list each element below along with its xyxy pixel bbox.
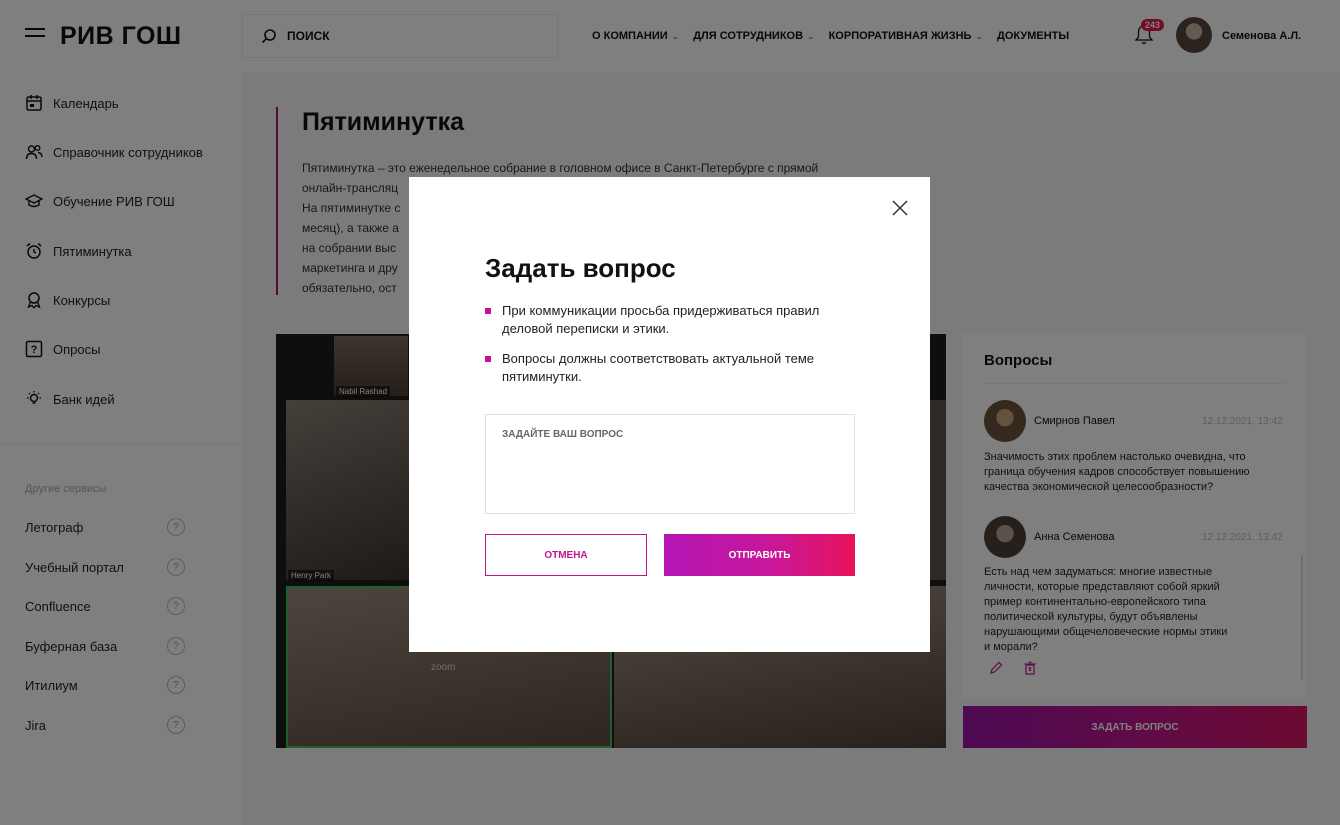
bullet-square-icon — [485, 308, 491, 314]
cancel-button[interactable]: ОТМЕНА — [485, 534, 647, 576]
modal-title: Задать вопрос — [485, 253, 676, 283]
modal-rule: При коммуникации просьба придерживаться … — [485, 302, 855, 338]
question-textarea[interactable]: ЗАДАЙТЕ ВАШ ВОПРОС — [485, 414, 855, 514]
close-icon[interactable] — [891, 199, 909, 217]
bullet-square-icon — [485, 356, 491, 362]
submit-button[interactable]: ОТПРАВИТЬ — [664, 534, 855, 576]
modal-rule: Вопросы должны соответствовать актуально… — [485, 350, 855, 386]
question-placeholder: ЗАДАЙТЕ ВАШ ВОПРОС — [502, 429, 624, 440]
